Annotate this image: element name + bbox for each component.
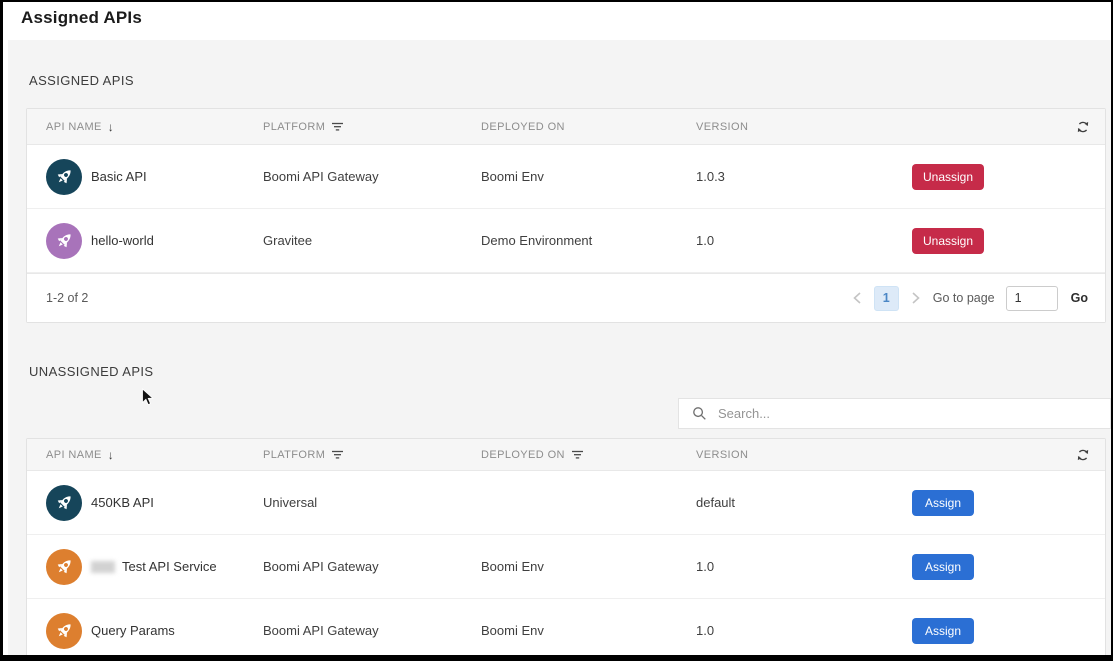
- rocket-icon: [54, 556, 75, 577]
- previous-page-button[interactable]: [851, 290, 863, 306]
- search-bar: [678, 398, 1111, 429]
- column-header-api-name[interactable]: API NAME ↓: [27, 449, 263, 461]
- rocket-icon: [54, 620, 75, 641]
- platform-cell: Boomi API Gateway: [263, 169, 481, 184]
- column-label: VERSION: [696, 121, 748, 133]
- version-cell: 1.0: [696, 623, 882, 638]
- api-name: hello-world: [91, 233, 154, 248]
- api-avatar: [46, 223, 82, 259]
- sort-desc-icon: ↓: [108, 121, 114, 133]
- column-header-deployed-on[interactable]: DEPLOYED ON: [481, 449, 696, 461]
- go-button[interactable]: Go: [1069, 289, 1090, 307]
- page-number-button[interactable]: 1: [874, 286, 899, 311]
- search-input[interactable]: [716, 405, 1110, 422]
- api-avatar: [46, 613, 82, 649]
- unassign-button[interactable]: Unassign: [912, 164, 984, 190]
- table-header-row: API NAME ↓ PLATFORM DEPLOYED ON VERSION: [27, 109, 1105, 145]
- table-row: Query Params Boomi API GatewayBoomi Env1.…: [27, 599, 1105, 661]
- assign-button[interactable]: Assign: [912, 490, 974, 516]
- filter-icon: [571, 450, 584, 460]
- column-header-api-name[interactable]: API NAME ↓: [27, 121, 263, 133]
- rocket-icon: [54, 492, 75, 513]
- api-name: Query Params: [91, 623, 175, 638]
- api-name: 450KB API: [91, 495, 154, 510]
- table-row: Test API Service Boomi API GatewayBoomi E…: [27, 535, 1105, 599]
- table-body: 450KB APIUniversaldefaultAssignTest API …: [27, 471, 1105, 661]
- platform-cell: Gravitee: [263, 233, 481, 248]
- version-cell: 1.0: [696, 233, 882, 248]
- assign-button[interactable]: Assign: [912, 554, 974, 580]
- column-label: DEPLOYED ON: [481, 121, 565, 133]
- column-header-deployed-on[interactable]: DEPLOYED ON: [481, 121, 696, 133]
- api-avatar: [46, 485, 82, 521]
- platform-cell: Boomi API Gateway: [263, 623, 481, 638]
- api-avatar: [46, 549, 82, 585]
- go-to-page-label: Go to page: [933, 291, 995, 305]
- chevron-left-icon: [853, 292, 861, 304]
- filter-icon: [331, 450, 344, 460]
- assigned-apis-table: API NAME ↓ PLATFORM DEPLOYED ON VERSION Basi…: [26, 108, 1106, 323]
- redacted-text: [91, 561, 115, 573]
- table-row: hello-world GraviteeDemo Environment1.0 Un…: [27, 209, 1105, 273]
- page-title: Assigned APIs: [21, 8, 142, 28]
- deployed-on-cell: Boomi Env: [481, 559, 696, 574]
- assign-button[interactable]: Assign: [912, 618, 974, 644]
- mouse-cursor-icon: [141, 388, 154, 407]
- pagination-bar: 1-2 of 2 1 Go to page Go: [27, 273, 1105, 322]
- api-name: Basic API: [91, 169, 147, 184]
- table-body: Basic API Boomi API GatewayBoomi Env1.0.3…: [27, 145, 1105, 273]
- sort-desc-icon: ↓: [108, 449, 114, 461]
- rocket-icon: [54, 230, 75, 251]
- column-label: API NAME: [46, 449, 102, 461]
- pager-controls: 1 Go to page Go: [851, 286, 1105, 311]
- deployed-on-cell: Demo Environment: [481, 233, 696, 248]
- filter-icon: [331, 122, 344, 132]
- column-label: API NAME: [46, 121, 102, 133]
- table-row: Basic API Boomi API GatewayBoomi Env1.0.3…: [27, 145, 1105, 209]
- unassigned-apis-heading: UNASSIGNED APIS: [29, 364, 153, 379]
- column-label: DEPLOYED ON: [481, 449, 565, 461]
- column-header-platform[interactable]: PLATFORM: [263, 449, 481, 461]
- platform-cell: Universal: [263, 495, 481, 510]
- api-avatar: [46, 159, 82, 195]
- deployed-on-cell: Boomi Env: [481, 623, 696, 638]
- platform-cell: Boomi API Gateway: [263, 559, 481, 574]
- column-label: VERSION: [696, 449, 748, 461]
- unassigned-apis-table: API NAME ↓ PLATFORM DEPLOYED ON VERSION 450K…: [26, 438, 1106, 661]
- column-header-version[interactable]: VERSION: [696, 449, 882, 461]
- deployed-on-cell: Boomi Env: [481, 169, 696, 184]
- page-number-input[interactable]: [1006, 286, 1058, 311]
- pagination-range: 1-2 of 2: [27, 291, 88, 305]
- version-cell: 1.0.3: [696, 169, 882, 184]
- version-cell: 1.0: [696, 559, 882, 574]
- column-header-version[interactable]: VERSION: [696, 121, 882, 133]
- column-label: PLATFORM: [263, 449, 325, 461]
- refresh-icon[interactable]: [1074, 118, 1092, 136]
- assigned-apis-page: Assigned APIs ASSIGNED APIS API NAME ↓ PLA…: [0, 0, 1113, 661]
- column-label: PLATFORM: [263, 121, 325, 133]
- assigned-apis-heading: ASSIGNED APIS: [29, 73, 134, 88]
- table-row: 450KB API Universal default Assign: [27, 471, 1105, 535]
- rocket-icon: [54, 166, 75, 187]
- column-header-platform[interactable]: PLATFORM: [263, 121, 481, 133]
- unassign-button[interactable]: Unassign: [912, 228, 984, 254]
- version-cell: default: [696, 495, 882, 510]
- chevron-right-icon: [912, 292, 920, 304]
- refresh-icon[interactable]: [1074, 446, 1092, 464]
- api-name: Test API Service: [122, 559, 217, 574]
- table-header-row: API NAME ↓ PLATFORM DEPLOYED ON VERSION: [27, 439, 1105, 471]
- next-page-button[interactable]: [910, 290, 922, 306]
- search-icon: [692, 406, 707, 421]
